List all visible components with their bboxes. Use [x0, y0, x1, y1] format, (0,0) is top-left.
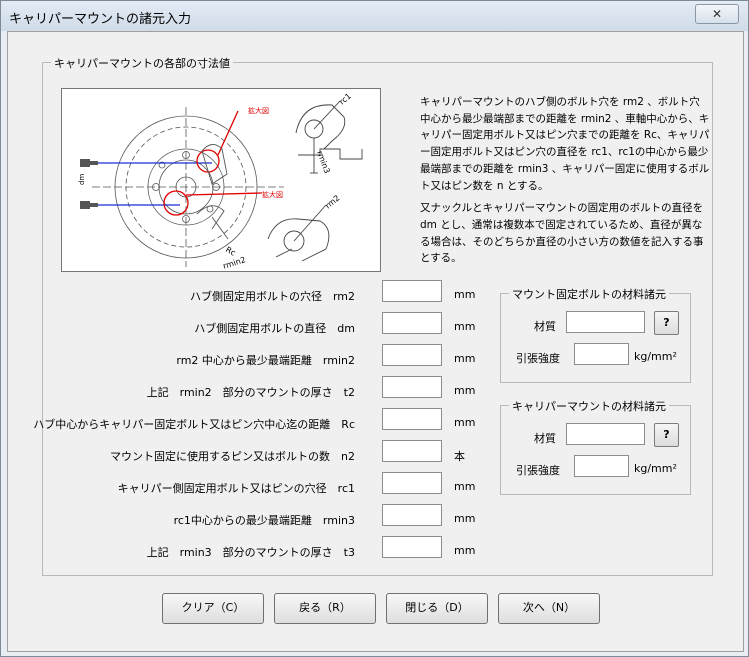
description-para-2: 又ナックルとキャリパーマウントの固定用のボルトの直径を dm とし、通常は複数本… [420, 202, 704, 265]
close-button[interactable]: 閉じる（D） [386, 593, 488, 624]
label-rc: ハブ中心からキャリパー固定ボルト又はピン穴中心迄の距離 Rc [33, 418, 355, 431]
diagram-label-kakudai-1: 拡大図 [248, 106, 269, 115]
input-t3[interactable] [382, 536, 442, 558]
close-icon: ✕ [711, 7, 723, 21]
caliper-mount-tensile-unit: kg/mm² [634, 462, 677, 475]
diagram-label-kakudai-2: 拡大図 [262, 190, 283, 199]
label-rm2: ハブ側固定用ボルトの穴径 rm2 [189, 290, 355, 303]
clear-button[interactable]: クリア（C） [162, 593, 264, 624]
caliper-mount-diagram: dm 拡大図 拡大図 Rc rc1 rmin3 rm2 rmin2 [61, 88, 381, 272]
caliper-mount-tensile-label: 引張強度 [516, 464, 560, 477]
mount-bolt-tensile-label: 引張強度 [516, 352, 560, 365]
mount-bolt-material-label: 材質 [534, 320, 556, 333]
mount-bolt-material-title: マウント固定ボルトの材料諸元 [509, 286, 669, 302]
caliper-mount-material-group: キャリパーマウントの材料諸元 [500, 398, 691, 495]
input-rmin2[interactable] [382, 344, 442, 366]
input-rmin3[interactable] [382, 504, 442, 526]
mount-bolt-tensile-unit: kg/mm² [634, 350, 677, 363]
diagram-label-rc: Rc [224, 245, 237, 258]
caliper-mount-material-title: キャリパーマウントの材料諸元 [509, 398, 669, 414]
close-window-button[interactable]: ✕ [695, 4, 739, 24]
unit-t3: mm [454, 544, 476, 557]
unit-rmin3: mm [454, 512, 476, 525]
diagram-label-rmin2: rmin2 [222, 255, 247, 271]
input-rc[interactable] [382, 408, 442, 430]
unit-n2: 本 [454, 450, 465, 463]
unit-rc: mm [454, 416, 476, 429]
label-rmin3: rc1中心からの最少最端距離 rmin3 [173, 514, 355, 527]
description-para-1: キャリパーマウントのハブ側のボルト穴を rm2 、ボルト穴中心から最少最端部まで… [420, 96, 710, 192]
mount-bolt-material-help-button[interactable]: ? [654, 311, 679, 335]
unit-rm2: mm [454, 288, 476, 301]
input-dm[interactable] [382, 312, 442, 334]
mount-bolt-material-group: マウント固定ボルトの材料諸元 [500, 286, 691, 383]
unit-rc1: mm [454, 480, 476, 493]
back-button[interactable]: 戻る（R） [274, 593, 376, 624]
label-n2: マウント固定に使用するピン又はボルトの数 n2 [110, 450, 355, 463]
next-button[interactable]: 次へ（N） [498, 593, 600, 624]
label-rc1: キャリパー側固定用ボルト又はピンの穴径 rc1 [117, 482, 355, 495]
input-rc1[interactable] [382, 472, 442, 494]
label-t3: 上記 rmin3 部分のマウントの厚さ t3 [146, 546, 355, 559]
label-rmin2: rm2 中心から最少最端距離 rmin2 [176, 354, 355, 367]
unit-dm: mm [454, 320, 476, 333]
unit-rmin2: mm [454, 352, 476, 365]
label-t2: 上記 rmin2 部分のマウントの厚さ t2 [146, 386, 355, 399]
title-bar: キャリパーマウントの諸元入力 ✕ [1, 1, 748, 31]
caliper-mount-material-help-button[interactable]: ? [654, 423, 679, 447]
diagram-label-rm2: rm2 [324, 193, 342, 210]
description-text: キャリパーマウントのハブ側のボルト穴を rm2 、ボルト穴中心から最少最端部まで… [420, 94, 710, 273]
diagram-label-rmin3: rmin3 [315, 150, 331, 175]
dialog-client-area: キャリパーマウントの各部の寸法値 dm 拡大図 拡大図 Rc rc1 rmin3… [7, 31, 744, 652]
mount-bolt-tensile-input[interactable] [574, 343, 629, 365]
unit-t2: mm [454, 384, 476, 397]
window-title: キャリパーマウントの諸元入力 [9, 12, 192, 27]
mount-bolt-material-input[interactable] [566, 311, 645, 333]
input-t2[interactable] [382, 376, 442, 398]
dialog-window: キャリパーマウントの諸元入力 ✕ キャリパーマウントの各部の寸法値 dm 拡大図… [0, 0, 749, 657]
caliper-mount-tensile-input[interactable] [574, 455, 629, 477]
diagram-drawing: dm 拡大図 拡大図 Rc rc1 rmin3 rm2 rmin2 [78, 92, 363, 271]
input-rm2[interactable] [382, 280, 442, 302]
diagram-label-dm: dm [78, 174, 86, 185]
caliper-mount-material-input[interactable] [566, 423, 645, 445]
diagram-label-rc1: rc1 [338, 92, 353, 107]
caliper-mount-material-label: 材質 [534, 432, 556, 445]
input-n2[interactable] [382, 440, 442, 462]
dimensions-group-title: キャリパーマウントの各部の寸法値 [51, 55, 233, 71]
label-dm: ハブ側固定用ボルトの直径 dm [194, 322, 355, 335]
